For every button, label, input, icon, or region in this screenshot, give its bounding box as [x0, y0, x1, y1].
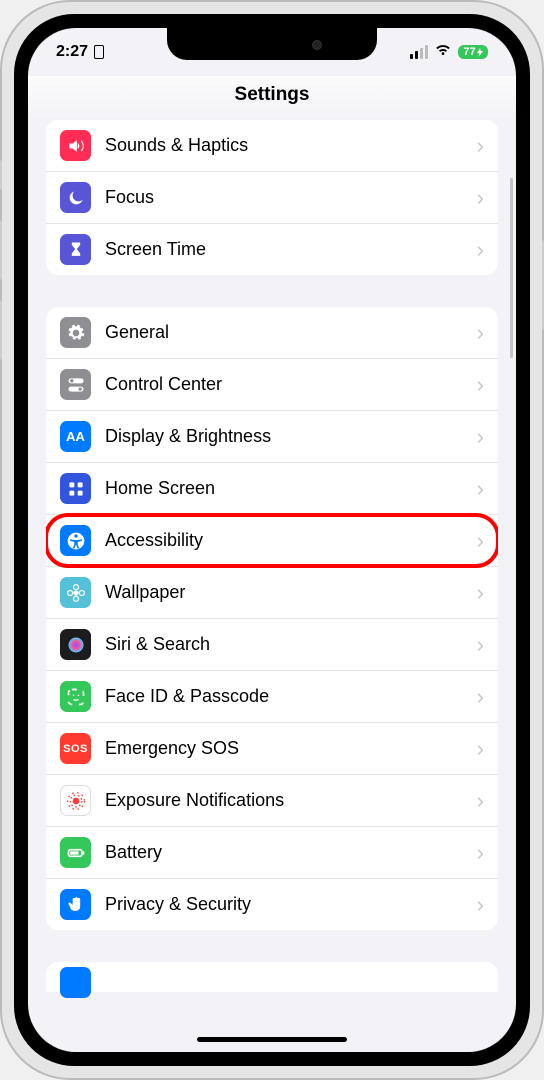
silence-switch: [0, 160, 2, 190]
volume-down-button: [0, 300, 2, 360]
toggles-icon: [60, 369, 91, 400]
settings-row-home-screen[interactable]: Home Screen›: [46, 463, 498, 515]
settings-row-sounds-haptics[interactable]: Sounds & Haptics›: [46, 120, 498, 172]
chevron-right-icon: ›: [477, 736, 484, 762]
card-icon: [94, 45, 104, 59]
settings-row-emergency-sos[interactable]: SOS Emergency SOS›: [46, 723, 498, 775]
wifi-icon: [434, 43, 452, 62]
device-frame: 2:27 77 Settings S: [0, 0, 544, 1080]
row-label: Emergency SOS: [105, 738, 477, 759]
settings-row-focus[interactable]: Focus›: [46, 172, 498, 224]
accessibility-icon: [60, 525, 91, 556]
settings-row-accessibility[interactable]: Accessibility›: [46, 515, 498, 567]
chevron-right-icon: ›: [477, 892, 484, 918]
group-system-2: General›Control Center›AADisplay & Brigh…: [46, 307, 498, 930]
grid-icon: [60, 473, 91, 504]
chevron-right-icon: ›: [477, 788, 484, 814]
chevron-right-icon: ›: [477, 684, 484, 710]
notch: [167, 28, 377, 60]
hourglass-icon: [60, 234, 91, 265]
settings-row-wallpaper[interactable]: Wallpaper›: [46, 567, 498, 619]
cellular-icon: [410, 45, 428, 59]
scroll-indicator: [510, 178, 513, 358]
faceid-icon: [60, 681, 91, 712]
settings-row-privacy-security[interactable]: Privacy & Security›: [46, 879, 498, 930]
row-label: Face ID & Passcode: [105, 686, 477, 707]
row-label: Screen Time: [105, 239, 477, 260]
hand-icon: [60, 889, 91, 920]
bezel: 2:27 77 Settings S: [14, 14, 530, 1066]
row-label: Focus: [105, 187, 477, 208]
chevron-right-icon: ›: [477, 476, 484, 502]
home-indicator[interactable]: [197, 1037, 347, 1042]
chevron-right-icon: ›: [477, 237, 484, 263]
status-right: 77: [410, 43, 488, 62]
row-label: Wallpaper: [105, 582, 477, 603]
peek-icon: [60, 967, 91, 998]
settings-row-exposure-notifications[interactable]: Exposure Notifications›: [46, 775, 498, 827]
row-label: Exposure Notifications: [105, 790, 477, 811]
settings-list[interactable]: Sounds & Haptics›Focus›Screen Time› Gene…: [28, 120, 516, 1051]
row-label: Sounds & Haptics: [105, 135, 477, 156]
chevron-right-icon: ›: [477, 632, 484, 658]
sos-icon: SOS: [60, 733, 91, 764]
siri-icon: [60, 629, 91, 660]
flower-icon: [60, 577, 91, 608]
exposure-icon: [60, 785, 91, 816]
row-label: General: [105, 322, 477, 343]
row-label: Control Center: [105, 374, 477, 395]
gear-icon: [60, 317, 91, 348]
row-label: Battery: [105, 842, 477, 863]
row-label: Accessibility: [105, 530, 477, 551]
row-label: Siri & Search: [105, 634, 477, 655]
chevron-right-icon: ›: [477, 320, 484, 346]
chevron-right-icon: ›: [477, 840, 484, 866]
speaker-icon: [60, 130, 91, 161]
row-label: Home Screen: [105, 478, 477, 499]
text-size-icon: AA: [60, 421, 91, 452]
settings-row-display-brightness[interactable]: AA Display & Brightness›: [46, 411, 498, 463]
settings-row-control-center[interactable]: Control Center›: [46, 359, 498, 411]
row-label: Privacy & Security: [105, 894, 477, 915]
battery-icon: [60, 837, 91, 868]
settings-row-battery[interactable]: Battery›: [46, 827, 498, 879]
chevron-right-icon: ›: [477, 185, 484, 211]
chevron-right-icon: ›: [477, 133, 484, 159]
battery-indicator: 77: [458, 45, 488, 59]
settings-row-general[interactable]: General›: [46, 307, 498, 359]
group-system-1: Sounds & Haptics›Focus›Screen Time›: [46, 120, 498, 275]
page-title: Settings: [28, 76, 516, 120]
status-time: 2:27: [56, 43, 88, 61]
settings-row-face-id-passcode[interactable]: Face ID & Passcode›: [46, 671, 498, 723]
row-label: Display & Brightness: [105, 426, 477, 447]
volume-up-button: [0, 220, 2, 280]
status-left: 2:27: [56, 43, 104, 61]
settings-row-siri-search[interactable]: Siri & Search›: [46, 619, 498, 671]
group-peek: [46, 962, 498, 992]
screen: 2:27 77 Settings S: [28, 28, 516, 1052]
chevron-right-icon: ›: [477, 424, 484, 450]
settings-row-screen-time[interactable]: Screen Time›: [46, 224, 498, 275]
moon-icon: [60, 182, 91, 213]
chevron-right-icon: ›: [477, 372, 484, 398]
chevron-right-icon: ›: [477, 528, 484, 554]
chevron-right-icon: ›: [477, 580, 484, 606]
